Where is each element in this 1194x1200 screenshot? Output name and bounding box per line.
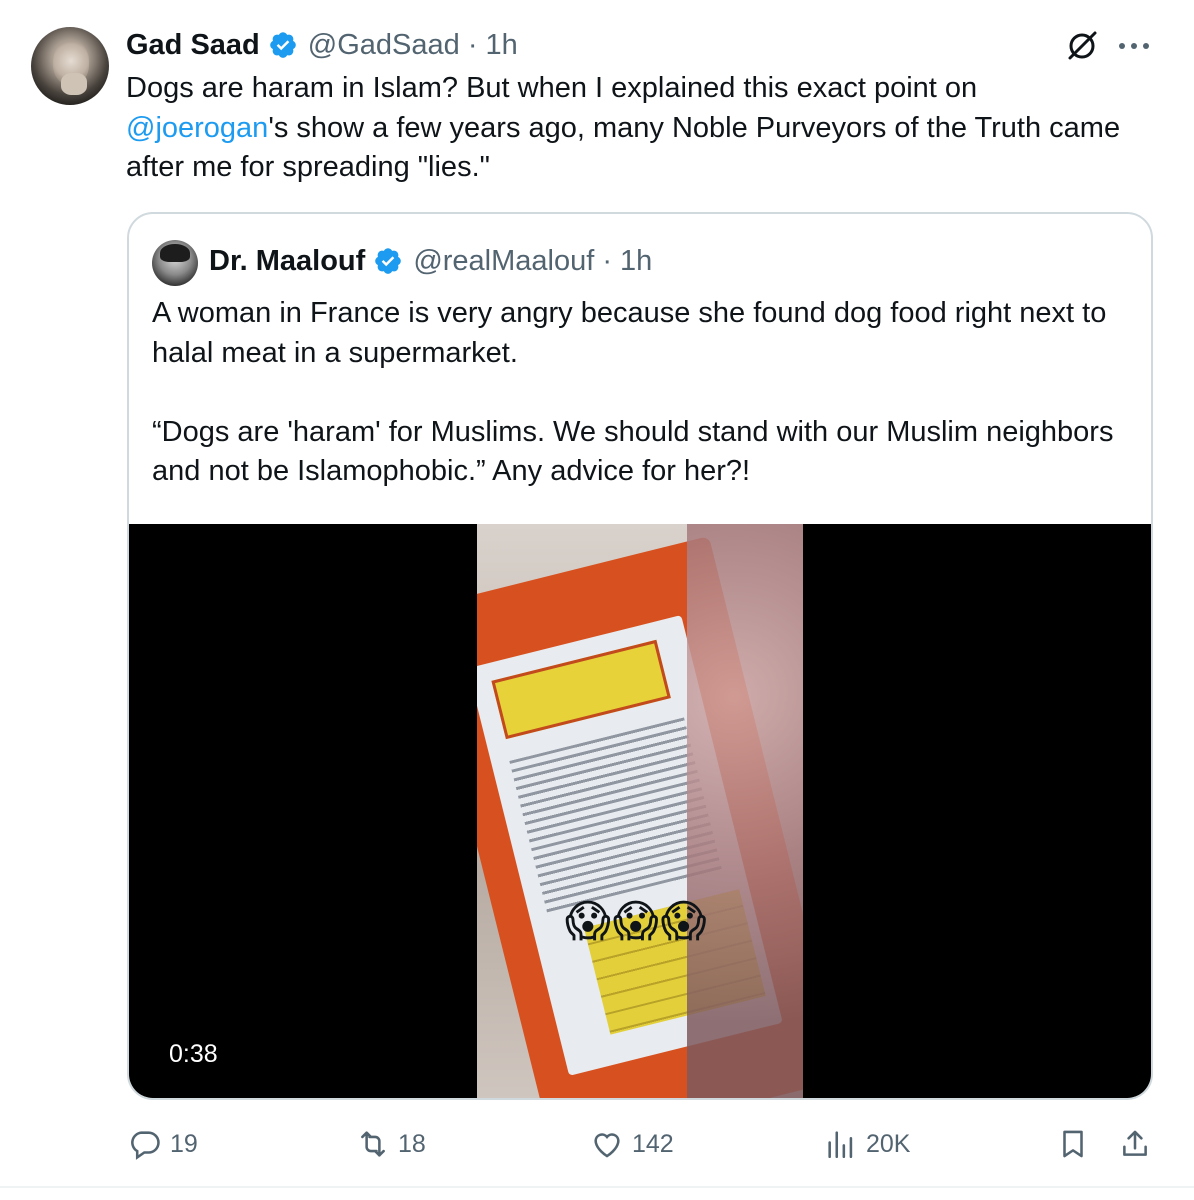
avatar-hair — [160, 244, 190, 262]
video-emoji-overlay: 😱😱😱 — [565, 897, 709, 946]
repost-icon — [361, 1131, 385, 1157]
quoted-handle-time[interactable]: @realMaalouf · 1h — [413, 245, 652, 278]
bookmark-button[interactable] — [1056, 1124, 1098, 1164]
reply-icon — [131, 1131, 160, 1160]
views-chart-icon — [828, 1131, 853, 1159]
mention-link[interactable]: @joerogan — [126, 112, 268, 144]
avatar-hand — [61, 73, 87, 95]
author-name[interactable]: Gad Saad — [126, 29, 260, 62]
views-count: 20K — [866, 1129, 911, 1158]
reply-count: 19 — [170, 1129, 198, 1158]
quoted-tweet[interactable]: Dr. Maalouf @realMaalouf · 1h A woman in… — [127, 212, 1153, 1100]
tweet-header: Gad Saad @GadSaad · 1h — [126, 27, 518, 63]
tweet-text-part1: Dogs are haram in Islam? But when I expl… — [126, 72, 978, 104]
bag-label-title — [491, 639, 671, 740]
quoted-text: A woman in France is very angry because … — [152, 294, 1137, 492]
share-button[interactable] — [1118, 1124, 1160, 1164]
quoted-paragraph-1: A woman in France is very angry because … — [152, 297, 1107, 369]
meat-package — [687, 524, 803, 1098]
views-button[interactable]: 20K — [824, 1124, 910, 1164]
tweet[interactable]: Gad Saad @GadSaad · 1h Dogs are haram in… — [0, 0, 1194, 1200]
repost-button[interactable]: 18 — [356, 1124, 426, 1164]
like-button[interactable]: 142 — [590, 1124, 674, 1164]
like-count: 142 — [632, 1129, 674, 1158]
video-frame: 😱😱😱 — [477, 524, 803, 1098]
quoted-header: Dr. Maalouf @realMaalouf · 1h — [209, 244, 652, 278]
author-handle-time[interactable]: @GadSaad · 1h — [308, 29, 518, 62]
video-player[interactable]: 😱😱😱 0:38 — [129, 524, 1151, 1098]
author-avatar[interactable] — [31, 27, 109, 105]
action-bar: 19 18 142 20K — [0, 1120, 1194, 1170]
quoted-author-avatar[interactable] — [152, 240, 198, 286]
quoted-paragraph-2: “Dogs are 'haram' for Muslims. We should… — [152, 415, 1114, 488]
quoted-author-name[interactable]: Dr. Maalouf — [209, 245, 365, 278]
video-duration: 0:38 — [169, 1040, 218, 1068]
heart-icon — [594, 1133, 620, 1158]
repost-count: 18 — [398, 1129, 426, 1158]
reply-button[interactable]: 19 — [128, 1124, 198, 1164]
tweet-text-part2: 's show a few years ago, many Noble Purv… — [126, 111, 1121, 184]
share-icon — [1123, 1130, 1147, 1156]
verified-badge-icon — [375, 248, 402, 274]
verified-badge-icon — [269, 32, 296, 58]
tweet-text: Dogs are haram in Islam? But when I expl… — [126, 69, 1136, 188]
more-options-icon[interactable] — [1112, 28, 1156, 64]
divider — [0, 1186, 1194, 1188]
grok-icon[interactable] — [1064, 28, 1100, 64]
bookmark-icon — [1063, 1130, 1083, 1158]
